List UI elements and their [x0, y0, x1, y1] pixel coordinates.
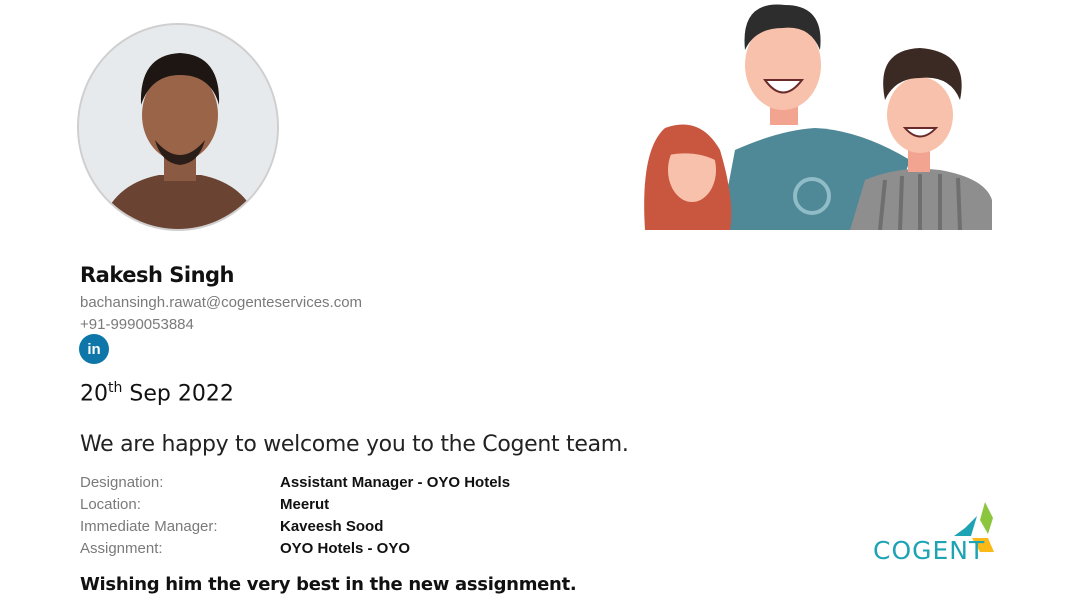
- date-suffix: th: [108, 380, 123, 396]
- detail-row-manager: Immediate Manager: Kaveesh Sood: [80, 515, 510, 537]
- date-month-year: Sep 2022: [129, 381, 234, 407]
- welcome-message: We are happy to welcome you to the Cogen…: [80, 432, 629, 457]
- announcement-date: 20th Sep 2022: [80, 380, 234, 406]
- linkedin-label: in: [87, 340, 101, 358]
- team-illustration: [644, 4, 992, 230]
- closing-message: Wishing him the very best in the new ass…: [80, 574, 577, 595]
- detail-label: Immediate Manager:: [80, 517, 218, 535]
- detail-label: Location:: [80, 495, 141, 513]
- date-day: 20: [80, 381, 108, 407]
- profile-photo: [77, 23, 279, 231]
- person-photo-illustration: [79, 25, 277, 229]
- detail-value: OYO Hotels - OYO: [280, 539, 411, 557]
- employee-name: Rakesh Singh: [80, 263, 235, 287]
- employee-email: bachansingh.rawat@cogenteservices.com: [80, 294, 363, 311]
- detail-label: Designation:: [80, 473, 164, 491]
- detail-row-assignment: Assignment: OYO Hotels - OYO: [80, 537, 510, 559]
- detail-row-location: Location: Meerut: [80, 493, 510, 515]
- details-table: Designation: Assistant Manager - OYO Hote…: [80, 471, 510, 559]
- detail-value: Kaveesh Sood: [280, 517, 384, 535]
- detail-value: Assistant Manager - OYO Hotels: [280, 473, 511, 491]
- cogent-logo: COGENT: [870, 500, 995, 568]
- logo-text: COGENT: [873, 536, 986, 565]
- detail-label: Assignment:: [80, 539, 163, 557]
- employee-phone: +91-9990053884: [80, 316, 194, 333]
- detail-row-designation: Designation: Assistant Manager - OYO Hote…: [80, 471, 510, 493]
- detail-value: Meerut: [280, 495, 330, 513]
- linkedin-icon[interactable]: in: [79, 334, 109, 364]
